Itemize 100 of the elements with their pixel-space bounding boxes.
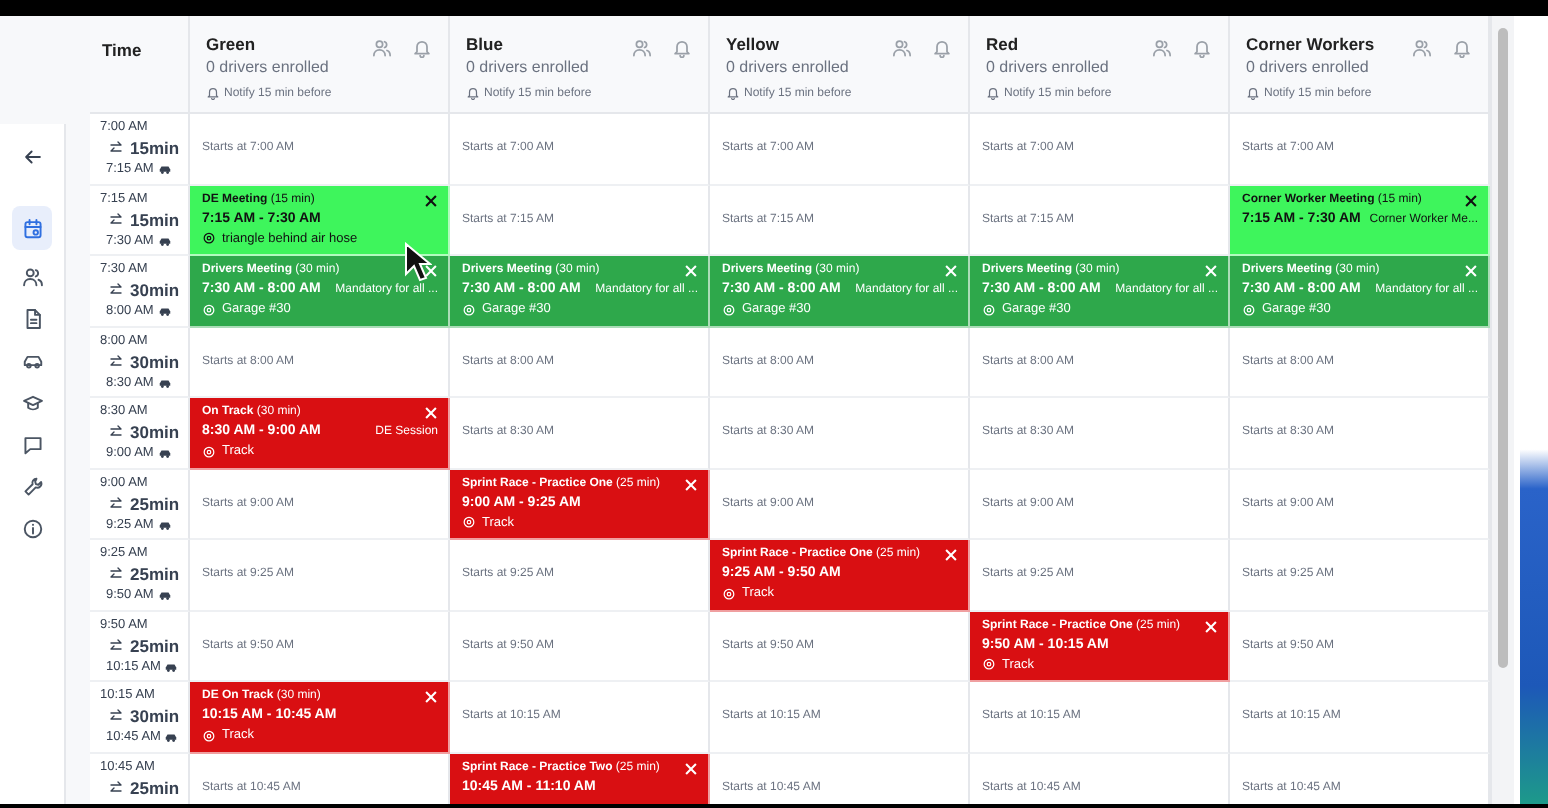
pin-icon: [462, 516, 476, 530]
close-icon: [1464, 264, 1478, 278]
close-icon: [1204, 619, 1218, 633]
info-icon: [21, 517, 43, 539]
pin-icon: [202, 729, 216, 743]
car-icon: [157, 517, 172, 531]
car-icon: [164, 730, 179, 744]
swap-arrows-icon: [108, 779, 124, 795]
slot-duration: 30min: [130, 349, 180, 373]
people-icon: [372, 38, 392, 58]
enrolled-count: 0 drivers enrolled: [1246, 58, 1371, 76]
enrolled-count: 0 drivers enrolled: [466, 58, 591, 76]
back-arrow-icon: [21, 145, 43, 167]
car-icon: [157, 375, 172, 389]
enrolled-drivers-button[interactable]: [632, 38, 652, 58]
close-icon: [424, 690, 438, 704]
calendar-icon: [21, 217, 43, 239]
pin-icon: [722, 587, 736, 601]
swap-arrows-icon: [108, 282, 124, 298]
column-title: Blue: [466, 34, 503, 54]
pin-icon: [202, 232, 216, 246]
people-icon: [892, 38, 912, 58]
slot-duration: 15min: [130, 207, 180, 231]
slot-duration: 30min: [130, 704, 180, 728]
slot-duration: 25min: [130, 491, 180, 515]
wrench-icon: [21, 475, 43, 497]
slot-duration: 30min: [130, 420, 180, 444]
car-icon: [157, 588, 172, 602]
bell-icon: [726, 86, 740, 100]
column-title: Yellow: [726, 34, 779, 54]
bell-icon: [986, 86, 1000, 100]
enrolled-count: 0 drivers enrolled: [206, 58, 331, 76]
scrollbar[interactable]: [1490, 16, 1514, 804]
notification-button[interactable]: [1192, 38, 1212, 58]
car-icon: [164, 659, 179, 673]
column-title: Green: [206, 34, 256, 54]
sidebar-item[interactable]: [12, 206, 52, 250]
enrolled-count: 0 drivers enrolled: [726, 58, 851, 76]
bell-icon: [206, 86, 220, 100]
swap-arrows-icon: [108, 566, 124, 582]
close-icon: [684, 477, 698, 491]
people-icon: [1412, 38, 1432, 58]
slot-duration: 25min: [130, 562, 180, 586]
bell-icon: [672, 38, 692, 58]
close-icon: [684, 264, 698, 278]
column-title: Time: [102, 40, 142, 60]
bell-icon: [466, 86, 480, 100]
document-icon: [21, 307, 43, 329]
swap-arrows-icon: [108, 495, 124, 511]
pin-icon: [462, 303, 476, 317]
slot-duration: 15min: [130, 136, 180, 160]
close-icon: [1204, 264, 1218, 278]
notification-button[interactable]: [412, 38, 432, 58]
swap-arrows-icon: [108, 637, 124, 653]
bell-icon: [1192, 38, 1212, 58]
swap-arrows-icon: [108, 353, 124, 369]
column-title: Red: [986, 34, 1019, 54]
swap-arrows-icon: [108, 211, 124, 227]
enrolled-drivers-button[interactable]: [372, 38, 392, 58]
close-button[interactable]: [1464, 193, 1478, 207]
notification-button[interactable]: [1452, 38, 1472, 58]
car-icon: [157, 446, 172, 460]
notification-button[interactable]: [932, 38, 952, 58]
close-button[interactable]: [424, 193, 438, 207]
slot-duration: 30min: [130, 278, 180, 302]
people-icon: [1152, 38, 1172, 58]
slot-duration: 25min: [130, 633, 180, 657]
car-icon: [157, 162, 172, 176]
notification-button[interactable]: [672, 38, 692, 58]
car-icon: [157, 233, 172, 247]
chat-icon: [21, 433, 43, 455]
people-icon: [632, 38, 652, 58]
pin-icon: [202, 303, 216, 317]
pin-icon: [982, 303, 996, 317]
swap-arrows-icon: [108, 140, 124, 156]
slot-duration: 25min: [130, 775, 180, 799]
enrolled-drivers-button[interactable]: [892, 38, 912, 58]
graduation-cap-icon: [21, 391, 43, 413]
enrolled-count: 0 drivers enrolled: [986, 58, 1111, 76]
close-icon: [944, 548, 958, 562]
close-icon: [1464, 193, 1478, 207]
enrolled-drivers-button[interactable]: [1152, 38, 1172, 58]
swap-arrows-icon: [108, 424, 124, 440]
pin-icon: [722, 303, 736, 317]
column-title: Corner Workers: [1246, 34, 1375, 54]
swap-arrows-icon: [108, 708, 124, 724]
close-icon: [684, 761, 698, 775]
enrolled-drivers-button[interactable]: [1412, 38, 1432, 58]
bell-icon: [412, 38, 432, 58]
people-icon: [21, 265, 43, 287]
close-icon: [424, 193, 438, 207]
close-icon: [424, 406, 438, 420]
bell-icon: [932, 38, 952, 58]
car-icon: [157, 304, 172, 318]
pin-icon: [1242, 303, 1256, 317]
pin-icon: [202, 445, 216, 459]
close-icon: [424, 264, 438, 278]
close-icon: [944, 264, 958, 278]
pin-icon: [982, 658, 996, 672]
bell-icon: [1246, 86, 1260, 100]
